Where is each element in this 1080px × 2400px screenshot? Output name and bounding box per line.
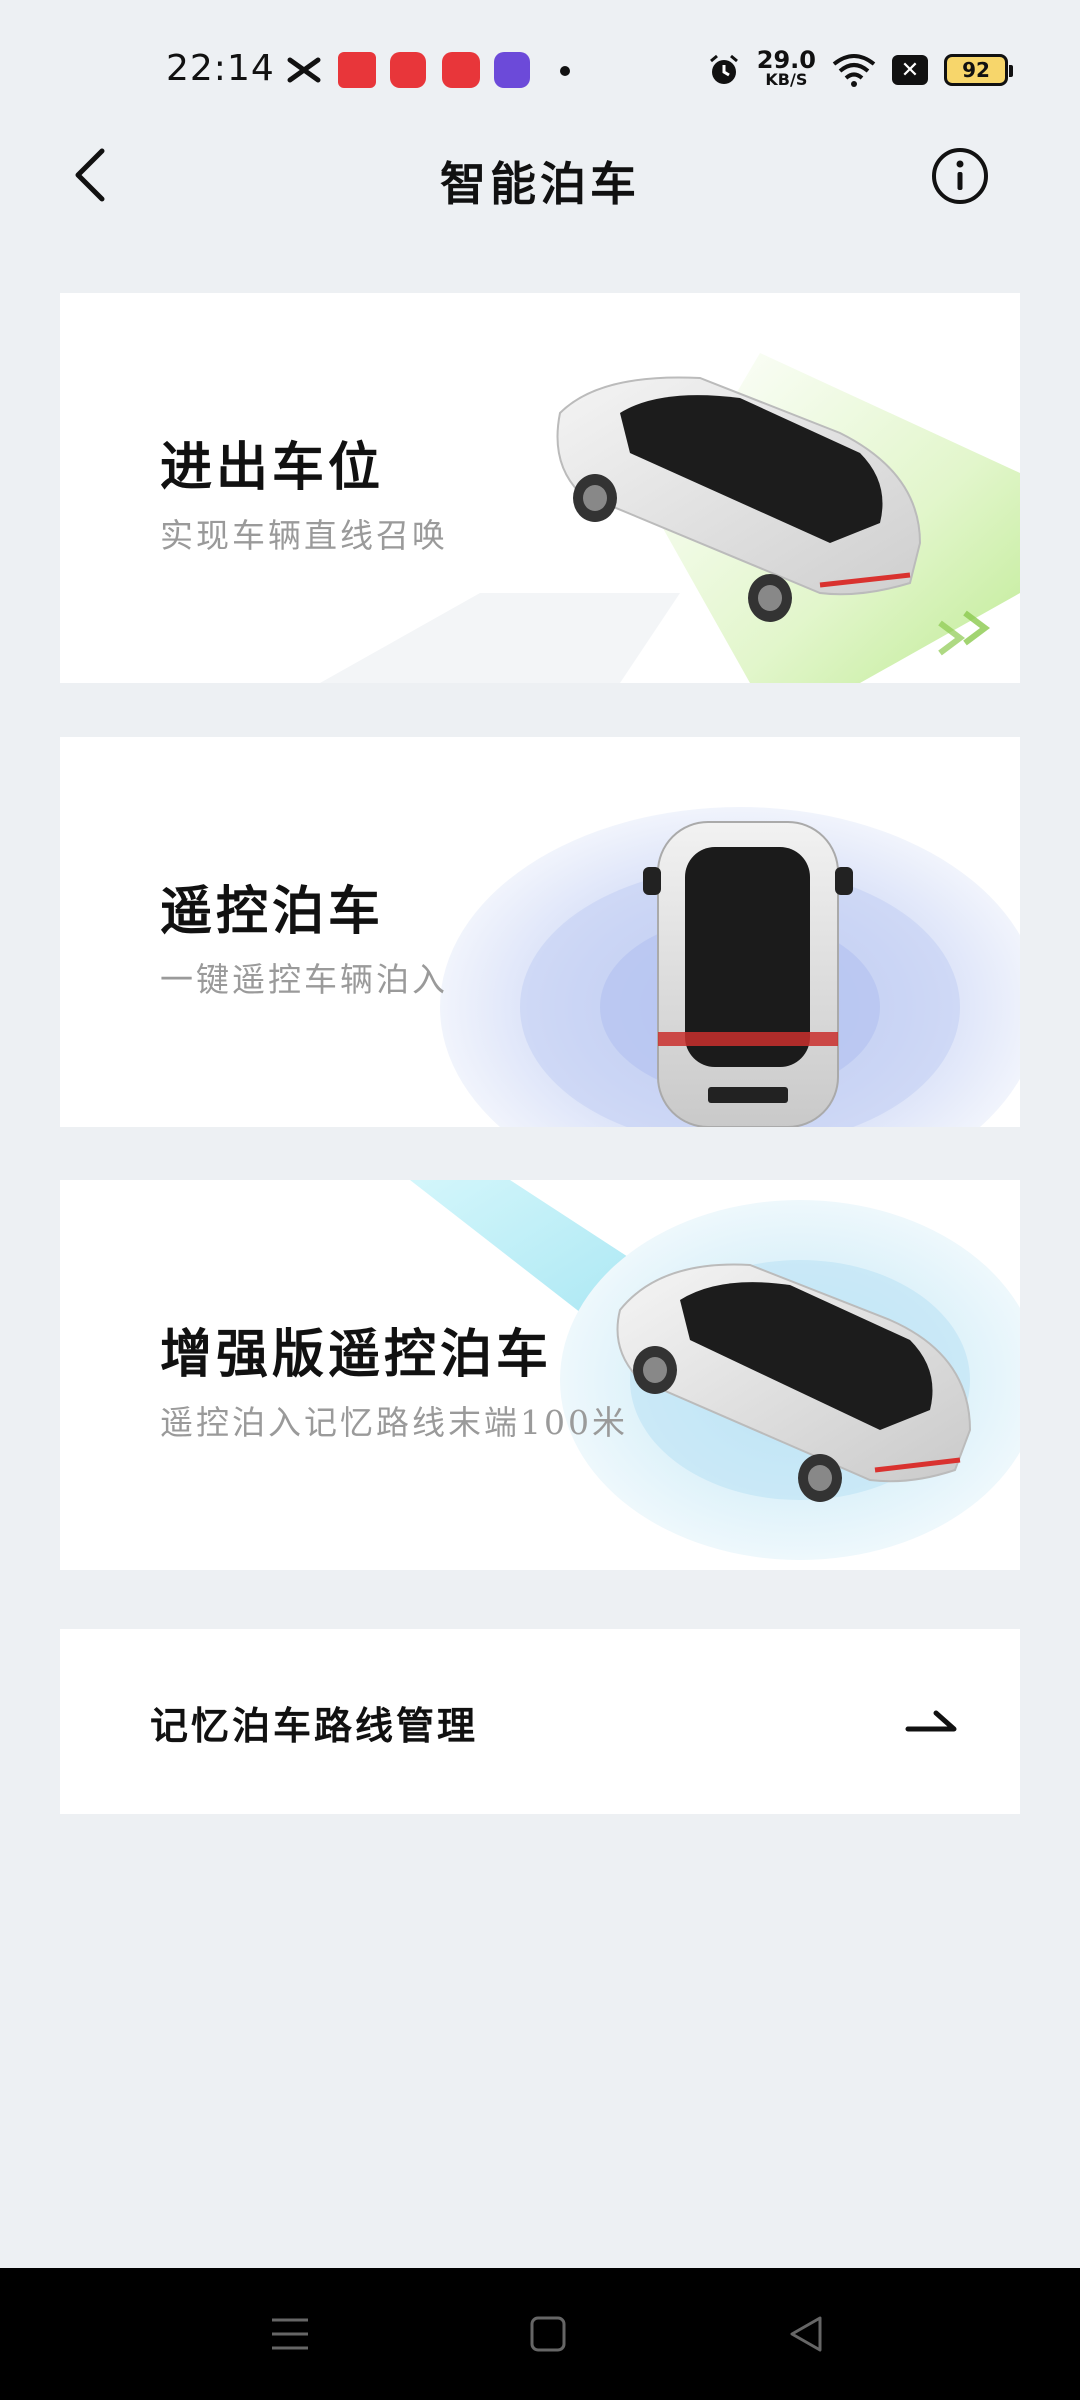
memory-route-management-row[interactable]: 记忆泊车路线管理 — [60, 1629, 1020, 1814]
card-remote-parking[interactable]: 遥控泊车 一键遥控车辆泊入 — [60, 737, 1020, 1127]
home-button[interactable] — [518, 2308, 578, 2360]
network-speed-unit: KB/S — [765, 70, 808, 89]
card-title: 进出车位 — [160, 437, 385, 498]
app-header: 智能泊车 — [0, 130, 1080, 220]
page-title: 智能泊车 — [440, 157, 640, 211]
info-icon — [932, 148, 988, 204]
status-bar: 22:14 29.0 KB/S ✕ 92 — [0, 0, 1080, 140]
smart-parking-screen: 22:14 29.0 KB/S ✕ 92 智能泊车 进出车位 实现车辆直线召唤 … — [0, 0, 1080, 2400]
card-subtitle: 遥控泊入记忆路线末端100米 — [160, 1403, 628, 1442]
info-button[interactable] — [930, 146, 990, 206]
card-summon[interactable]: 进出车位 实现车辆直线召唤 — [60, 293, 1020, 683]
tieba-icon — [494, 52, 530, 88]
recent-apps-button[interactable] — [260, 2308, 320, 2360]
card-subtitle: 一键遥控车辆泊入 — [160, 960, 448, 999]
arrow-right-icon — [905, 1710, 957, 1732]
home-square-icon — [530, 2316, 566, 2352]
wifi-icon — [832, 54, 876, 87]
xiaohongshu-icon — [442, 52, 480, 88]
route-management-label: 记忆泊车路线管理 — [150, 1703, 479, 1748]
x-app-icon — [286, 52, 322, 88]
system-back-button[interactable] — [776, 2308, 836, 2360]
card-subtitle: 实现车辆直线召唤 — [160, 516, 448, 555]
card-title: 增强版遥控泊车 — [160, 1324, 553, 1385]
toutiao-icon — [338, 52, 376, 88]
triangle-back-icon — [790, 2316, 822, 2352]
card-enhanced-remote-parking[interactable]: 增强版遥控泊车 遥控泊入记忆路线末端100米 — [60, 1180, 1020, 1570]
status-indicators: 29.0 KB/S ✕ 92 — [707, 46, 1013, 94]
more-notifications-dot — [560, 66, 570, 76]
netease-music-icon — [390, 52, 426, 88]
system-navigation-bar — [0, 2268, 1080, 2400]
close-notification-icon: ✕ — [892, 55, 928, 85]
alarm-icon — [709, 54, 738, 84]
menu-icon — [272, 2318, 308, 2350]
status-time: 22:14 — [166, 48, 275, 89]
network-speed-value: 29.0 — [756, 46, 816, 74]
battery-level: 92 — [962, 58, 990, 82]
battery-indicator: 92 — [944, 54, 1013, 86]
card-title: 遥控泊车 — [160, 881, 385, 942]
network-speed: 29.0 KB/S — [756, 46, 816, 90]
